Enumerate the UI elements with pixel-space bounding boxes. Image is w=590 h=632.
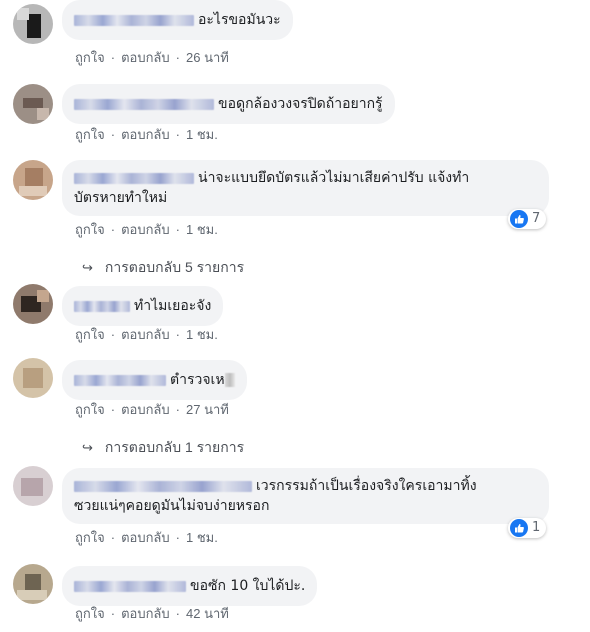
avatar[interactable] xyxy=(13,4,53,44)
avatar[interactable] xyxy=(13,358,53,398)
avatar[interactable] xyxy=(13,160,53,200)
reply-arrow-icon: ↪ xyxy=(82,260,93,275)
like-link[interactable]: ถูกใจ xyxy=(75,222,105,238)
reply-link[interactable]: ตอบกลับ xyxy=(121,127,170,143)
comment-text-line1: น่าจะแบบยึดบัตรแล้วไม่มาเสียค่าปรับ แจ้ง… xyxy=(198,170,470,186)
reaction-number: 7 xyxy=(532,211,541,226)
separator: · xyxy=(175,530,180,545)
reply-link[interactable]: ตอบกลับ xyxy=(121,530,170,546)
separator: · xyxy=(110,127,116,142)
like-link[interactable]: ถูกใจ xyxy=(75,530,105,546)
comment-bubble: อะไรขอมันวะ xyxy=(62,0,293,40)
view-replies-link[interactable]: ↪ การตอบกลับ 1 รายการ xyxy=(82,438,244,457)
timestamp[interactable]: 1 ชม. xyxy=(186,327,218,343)
separator: · xyxy=(175,606,180,621)
reply-link[interactable]: ตอบกลับ xyxy=(121,222,170,238)
timestamp[interactable]: 42 นาที xyxy=(186,606,229,622)
commenter-name[interactable] xyxy=(74,374,166,386)
comment-actions: ถูกใจ · ตอบกลับ · 1 ชม. xyxy=(75,222,218,238)
comment-text-line1: เวรกรรมถ้าเป็นเรื่องจริงใครเอามาทิ้ง xyxy=(256,478,477,494)
comment-bubble: เวรกรรมถ้าเป็นเรื่องจริงใครเอามาทิ้ง ซวย… xyxy=(62,468,549,524)
avatar[interactable] xyxy=(13,466,53,506)
reply-link[interactable]: ตอบกลับ xyxy=(121,327,170,343)
timestamp[interactable]: 27 นาที xyxy=(186,402,229,418)
reply-link[interactable]: ตอบกลับ xyxy=(121,50,170,66)
view-replies-link[interactable]: ↪ การตอบกลับ 5 รายการ xyxy=(82,258,244,277)
reply-link[interactable]: ตอบกลับ xyxy=(121,402,170,418)
comment-text: ทำไมเยอะจัง xyxy=(134,298,212,314)
like-link[interactable]: ถูกใจ xyxy=(75,50,105,66)
separator: · xyxy=(175,50,180,65)
reaction-count[interactable]: 7 xyxy=(508,209,547,229)
replies-count-label: การตอบกลับ 5 รายการ xyxy=(104,259,245,275)
comment-text: ตำรวจเห xyxy=(170,372,225,388)
like-link[interactable]: ถูกใจ xyxy=(75,127,105,143)
comment-bubble: ตำรวจเห xyxy=(62,360,247,400)
comment-bubble: ขอดูกล้องวงจรปิดถ้าอยากรู้ xyxy=(62,84,395,124)
like-reaction-icon xyxy=(510,210,528,228)
blurred-text xyxy=(224,373,235,387)
comment-bubble: ขอซัก 10 ใบได้ปะ. xyxy=(62,566,318,606)
comment-actions: ถูกใจ · ตอบกลับ · 1 ชม. xyxy=(75,327,218,343)
replies-count-label: การตอบกลับ 1 รายการ xyxy=(104,439,245,455)
timestamp[interactable]: 1 ชม. xyxy=(186,530,218,546)
timestamp[interactable]: 1 ชม. xyxy=(186,222,218,238)
like-reaction-icon xyxy=(510,519,528,537)
like-link[interactable]: ถูกใจ xyxy=(75,606,105,622)
separator: · xyxy=(110,402,116,417)
separator: · xyxy=(175,402,180,417)
separator: · xyxy=(110,530,116,545)
comment-actions: ถูกใจ · ตอบกลับ · 27 นาที xyxy=(75,402,229,418)
separator: · xyxy=(110,606,116,621)
reply-link[interactable]: ตอบกลับ xyxy=(121,606,170,622)
comment-text: ขอซัก 10 ใบได้ปะ. xyxy=(190,578,306,594)
separator: · xyxy=(110,222,116,237)
comment-bubble: น่าจะแบบยึดบัตรแล้วไม่มาเสียค่าปรับ แจ้ง… xyxy=(62,160,549,216)
comment-actions: ถูกใจ · ตอบกลับ · 1 ชม. xyxy=(75,530,218,546)
commenter-name[interactable] xyxy=(74,580,186,592)
timestamp[interactable]: 1 ชม. xyxy=(186,127,218,143)
avatar[interactable] xyxy=(13,84,53,124)
separator: · xyxy=(175,327,180,342)
commenter-name[interactable] xyxy=(74,300,130,312)
comment-text-line2: บัตรหายทำใหม่ xyxy=(74,190,168,206)
timestamp[interactable]: 26 นาที xyxy=(186,50,229,66)
reaction-number: 1 xyxy=(532,520,541,535)
like-link[interactable]: ถูกใจ xyxy=(75,402,105,418)
commenter-name[interactable] xyxy=(74,14,194,26)
separator: · xyxy=(175,127,180,142)
comment-text-line2: ซวยแน่ๆคอยดูมันไม่จบง่ายหรอก xyxy=(74,498,270,514)
separator: · xyxy=(110,327,116,342)
like-link[interactable]: ถูกใจ xyxy=(75,327,105,343)
commenter-name[interactable] xyxy=(74,480,252,492)
comment-actions: ถูกใจ · ตอบกลับ · 42 นาที xyxy=(75,606,229,622)
reaction-count[interactable]: 1 xyxy=(508,518,547,538)
comment-text: อะไรขอมันวะ xyxy=(198,12,281,28)
avatar[interactable] xyxy=(13,564,53,604)
commenter-name[interactable] xyxy=(74,172,194,184)
separator: · xyxy=(110,50,116,65)
comment-actions: ถูกใจ · ตอบกลับ · 26 นาที xyxy=(75,50,229,66)
commenter-name[interactable] xyxy=(74,98,214,110)
reply-arrow-icon: ↪ xyxy=(82,440,93,455)
comment-actions: ถูกใจ · ตอบกลับ · 1 ชม. xyxy=(75,127,218,143)
separator: · xyxy=(175,222,180,237)
comment-text: ขอดูกล้องวงจรปิดถ้าอยากรู้ xyxy=(218,96,383,112)
comment-bubble: ทำไมเยอะจัง xyxy=(62,286,224,326)
avatar[interactable] xyxy=(13,284,53,324)
